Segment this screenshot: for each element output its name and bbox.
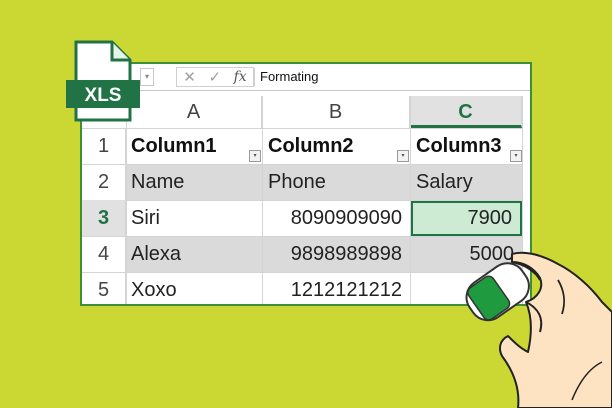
filter-dropdown-a[interactable]: ▾ — [249, 150, 261, 162]
fx-icon[interactable]: fx — [234, 69, 247, 85]
cell-a3[interactable]: Siri — [131, 200, 160, 236]
file-badge-label: XLS — [85, 85, 122, 106]
cell-a5[interactable]: Xoxo — [131, 272, 177, 304]
column-header-a[interactable]: A — [126, 96, 262, 128]
formula-input[interactable]: Formating — [260, 69, 319, 84]
cell-b1[interactable]: Column2 — [268, 128, 354, 164]
formula-bar-buttons: ✕ ✓ fx — [176, 67, 254, 87]
cell-c2[interactable]: Salary — [416, 164, 473, 200]
formula-bar: ▾ ✕ ✓ fx Formating — [82, 64, 530, 91]
grid-line — [126, 96, 127, 304]
cell-b4[interactable]: 9898989898 — [262, 236, 410, 272]
hand-illustration — [465, 251, 612, 408]
cell-c1[interactable]: Column3 — [416, 128, 502, 164]
column-header-c[interactable]: C — [410, 96, 522, 128]
cell-b3[interactable]: 8090909090 — [262, 200, 410, 236]
cell-a4[interactable]: Alexa — [131, 236, 181, 272]
cell-c3-active[interactable]: 7900 — [411, 201, 522, 236]
cell-b2[interactable]: Phone — [268, 164, 326, 200]
xls-file-icon: XLS — [66, 40, 140, 122]
row-header-4[interactable]: 4 — [82, 236, 126, 272]
confirm-icon[interactable]: ✓ — [208, 68, 221, 86]
cell-a1[interactable]: Column1 — [131, 128, 217, 164]
column-header-b[interactable]: B — [262, 96, 410, 128]
cancel-icon[interactable]: ✕ — [183, 68, 196, 86]
row-header-1[interactable]: 1 — [82, 128, 126, 164]
row-header-3[interactable]: 3 — [82, 200, 126, 236]
filter-dropdown-b[interactable]: ▾ — [397, 150, 409, 162]
formula-bar-divider — [254, 68, 255, 86]
cell-b5[interactable]: 1212121212 — [262, 272, 410, 304]
filter-dropdown-c[interactable]: ▾ — [510, 150, 522, 162]
row-header-5[interactable]: 5 — [82, 272, 126, 304]
cell-a2[interactable]: Name — [131, 164, 184, 200]
row-header-2[interactable]: 2 — [82, 164, 126, 200]
